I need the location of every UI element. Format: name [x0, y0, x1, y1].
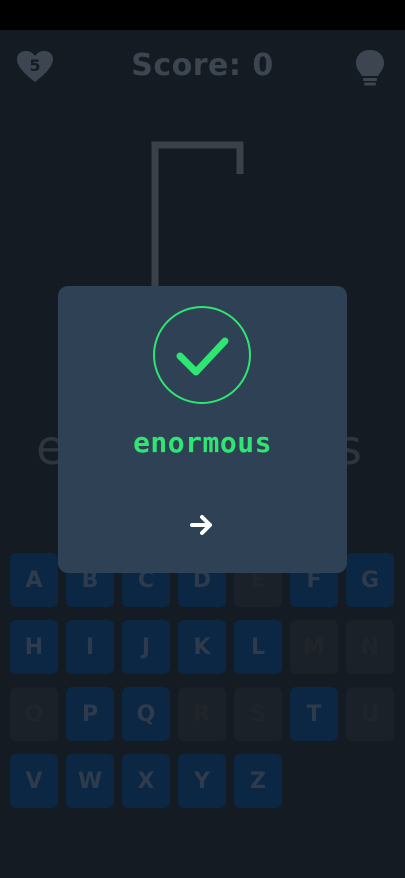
- answer-word: enormous: [133, 426, 272, 459]
- key-t[interactable]: T: [290, 687, 338, 741]
- arrow-right-icon: [190, 515, 212, 535]
- key-p[interactable]: P: [66, 687, 114, 741]
- key-x[interactable]: X: [122, 754, 170, 808]
- key-i[interactable]: I: [66, 620, 114, 674]
- key-h[interactable]: H: [10, 620, 58, 674]
- key-g[interactable]: G: [346, 553, 394, 607]
- result-modal: enormous: [58, 286, 347, 573]
- key-w[interactable]: W: [66, 754, 114, 808]
- key-v[interactable]: V: [10, 754, 58, 808]
- key-o[interactable]: O: [10, 687, 58, 741]
- key-q[interactable]: Q: [122, 687, 170, 741]
- key-k[interactable]: K: [178, 620, 226, 674]
- key-r[interactable]: R: [178, 687, 226, 741]
- key-s[interactable]: S: [234, 687, 282, 741]
- key-y[interactable]: Y: [178, 754, 226, 808]
- status-bar: [0, 0, 405, 30]
- check-icon: [153, 306, 251, 404]
- key-j[interactable]: J: [122, 620, 170, 674]
- key-n[interactable]: N: [346, 620, 394, 674]
- next-button[interactable]: [182, 507, 222, 543]
- key-u[interactable]: U: [346, 687, 394, 741]
- key-a[interactable]: A: [10, 553, 58, 607]
- key-z[interactable]: Z: [234, 754, 282, 808]
- key-l[interactable]: L: [234, 620, 282, 674]
- key-m[interactable]: M: [290, 620, 338, 674]
